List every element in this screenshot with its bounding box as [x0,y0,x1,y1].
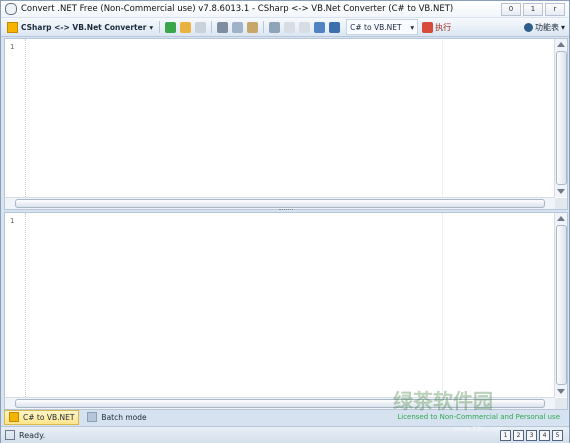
outdent-icon[interactable] [329,21,341,33]
chevron-down-icon: ▾ [410,22,415,32]
line-number: 1 [10,217,15,225]
scroll-down-arrow[interactable] [557,189,565,194]
vertical-scrollbar[interactable] [554,39,567,197]
close-button[interactable]: r [545,3,565,16]
app-icon [5,3,17,15]
vertical-scrollbar[interactable] [554,213,567,397]
menu-label: 功能表 [534,22,559,32]
scroll-corner [555,198,567,209]
direction-dropdown[interactable]: C# to VB.NET ▾ [346,19,419,35]
horizontal-scrollbar[interactable] [5,197,555,209]
margin-guide [442,213,443,397]
scroll-up-arrow[interactable] [557,216,565,221]
status-text: Ready. [19,430,46,440]
scroll-corner [555,398,567,409]
scroll-thumb[interactable] [556,225,567,385]
scroll-up-arrow[interactable] [557,42,565,47]
status-indicator: 2 [513,429,524,441]
status-indicator: 5 [552,429,563,441]
watermark-text: 绿茶软件园 [393,389,493,413]
tab-csharp-to-vbnet[interactable]: C# to VB.NET [4,409,80,425]
direction-value: C# to VB.NET [350,22,402,32]
margin-guide [442,39,443,197]
maximize-button[interactable]: 1 [523,3,543,16]
watermark-url: www.33lc.com [453,425,504,433]
open-folder-icon[interactable] [180,21,192,33]
batch-icon [87,412,98,422]
converter-icon [7,21,18,33]
minimize-button[interactable]: 0 [501,3,521,16]
tab-label: Batch mode [101,412,147,422]
indent-icon[interactable] [314,21,326,33]
save-icon[interactable] [195,21,207,33]
tab-label: C# to VB.NET [23,412,75,422]
line-gutter: 1 [5,39,26,197]
redo-icon[interactable] [299,21,311,33]
status-indicator: 4 [539,429,550,441]
help-icon [523,22,533,32]
toolbar-divider [263,21,265,33]
toolbar-divider [211,21,213,33]
undo-icon[interactable] [284,21,296,33]
window-controls: 0 1 r [501,3,565,16]
line-gutter: 1 [5,213,26,397]
execute-button[interactable]: 执行 [435,22,451,33]
status-indicator: 3 [526,429,537,441]
line-number: 1 [10,43,15,51]
paste-icon[interactable] [247,21,259,33]
window-title: Convert .NET Free (Non-Commercial use) v… [21,4,454,14]
status-indicators: 1 2 3 4 5 [498,429,563,441]
license-text: Licensed to Non-Commercial and Personal … [397,413,560,421]
watermark: 绿茶软件园 [393,385,493,414]
status-icon [5,430,15,440]
menu-button[interactable]: 功能表 ▾ [523,22,565,33]
cut-icon[interactable] [217,21,229,33]
scroll-thumb[interactable] [15,199,545,208]
copy-icon[interactable] [232,21,244,33]
execute-icon [422,21,434,33]
chevron-down-icon: ▾ [560,22,565,32]
module-selector[interactable]: CSharp <-> VB.Net Converter ▾ [4,20,156,34]
main-toolbar: CSharp <-> VB.Net Converter ▾ C# to VB.N… [1,18,569,37]
tab-batch-mode[interactable]: Batch mode [83,411,150,424]
new-file-icon[interactable] [165,21,177,33]
output-editor[interactable]: 1 [4,212,568,410]
converter-icon [9,412,19,422]
scroll-thumb[interactable] [556,51,567,185]
chevron-down-icon: ▾ [149,22,154,32]
app-window: Convert .NET Free (Non-Commercial use) v… [0,0,570,443]
toolbar-divider [159,21,161,33]
eraser-icon[interactable] [269,21,281,33]
source-editor[interactable]: 1 [4,38,568,210]
scroll-down-arrow[interactable] [557,389,565,394]
title-bar: Convert .NET Free (Non-Commercial use) v… [1,1,569,17]
module-label: CSharp <-> VB.Net Converter [21,22,147,32]
